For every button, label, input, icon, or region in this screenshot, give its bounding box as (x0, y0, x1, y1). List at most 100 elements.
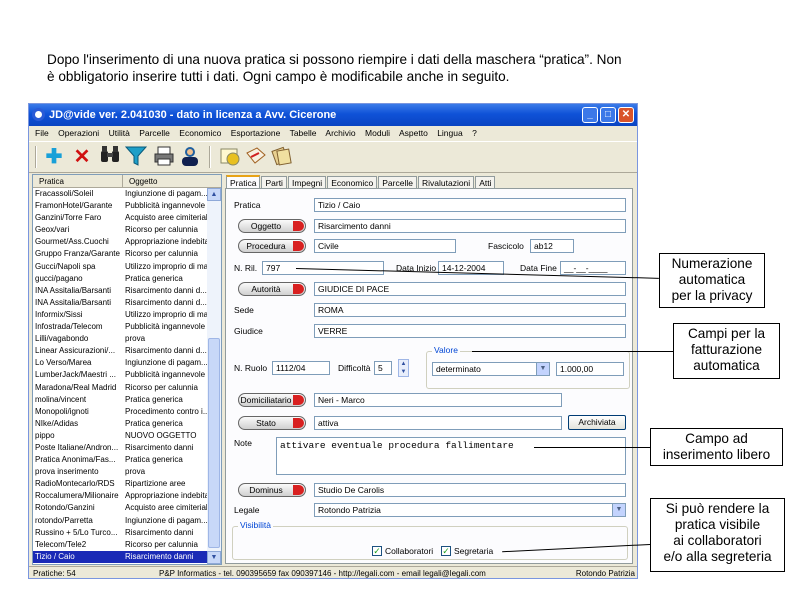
segretaria-checkbox[interactable]: ✓ (441, 546, 451, 556)
delete-icon[interactable]: ✕ (71, 145, 93, 169)
documents-icon[interactable] (245, 145, 267, 169)
oggetto-field[interactable]: Risarcimento danni (314, 219, 626, 233)
list-item[interactable]: gucci/pagano Pratica generica (33, 273, 221, 285)
menu-utilita[interactable]: Utilità (109, 128, 130, 138)
oggetto-button[interactable]: Oggetto (238, 219, 306, 233)
valore-importo-field[interactable]: 1.000,00 (556, 362, 624, 376)
list-item-oggetto: Pratica generica (125, 455, 183, 465)
list-item-oggetto: prova (125, 334, 146, 344)
nruolo-field[interactable]: 1112/04 (272, 361, 330, 375)
list-item[interactable]: rotondo/Parretta Ingiunzione di pagam... (33, 515, 221, 527)
list-item[interactable]: Ganzini/Torre Faro Acquisto aree cimiteri… (33, 212, 221, 224)
dominus-button[interactable]: Dominus (238, 483, 306, 497)
list-item[interactable]: NIke/Adidas Pratica generica (33, 418, 221, 430)
tab-pratica[interactable]: Pratica (226, 175, 261, 189)
list-item[interactable]: Russino + 5/Lo Turco... Risarcimento dann… (33, 527, 221, 539)
calendar-icon[interactable] (219, 145, 241, 169)
list-item[interactable]: Poste Italiane/Andron... Risarcimento dan… (33, 442, 221, 454)
list-item[interactable]: Maradona/Real Madrid Ricorso per calunnia (33, 382, 221, 394)
list-item[interactable]: INA Assitalia/Barsanti Risarcimento danni… (33, 285, 221, 297)
list-item[interactable]: pippo NUOVO OGGETTO (33, 430, 221, 442)
domiciliatario-field[interactable]: Neri - Marco (314, 393, 562, 407)
collaboratori-checkbox[interactable]: ✓ (372, 546, 382, 556)
list-item[interactable]: LumberJack/Maestri ... Pubblicità inganne… (33, 369, 221, 381)
list-item[interactable]: Pratica Anonima/Fas... Pratica generica (33, 454, 221, 466)
list-scrollbar[interactable]: ▲ ▼ (207, 188, 221, 564)
menu-economico[interactable]: Economico (179, 128, 221, 138)
minimize-icon[interactable]: _ (582, 107, 598, 123)
procedura-field[interactable]: Civile (314, 239, 456, 253)
data-fine-field[interactable]: __-__-____ (560, 261, 626, 275)
menu-help[interactable]: ? (472, 128, 477, 138)
list-item[interactable]: prova inserimento prova (33, 466, 221, 478)
list-item[interactable]: Geox/vari Ricorso per calunnia (33, 224, 221, 236)
procedura-button[interactable]: Procedura (238, 239, 306, 253)
chevron-down-icon[interactable]: ▼ (536, 363, 549, 375)
list-item[interactable]: Lo Verso/Marea Ingiunzione di pagam... (33, 357, 221, 369)
list-item[interactable]: Linear Assicurazioni/... Risarcimento dan… (33, 345, 221, 357)
menu-file[interactable]: File (35, 128, 49, 138)
maximize-icon[interactable]: □ (600, 107, 616, 123)
column-header-pratica[interactable]: Pratica (33, 175, 123, 187)
list-item[interactable]: Monopoli/ignoti Procedimento contro i... (33, 406, 221, 418)
valore-tipo-select[interactable]: determinato ▼ (432, 362, 550, 376)
column-header-oggetto[interactable]: Oggetto (123, 175, 208, 187)
list-item[interactable]: Gourmet/Ass.Cuochi Appropriazione indebit… (33, 236, 221, 248)
filter-icon[interactable] (124, 145, 148, 169)
tab-strip: Pratica Parti Impegni Economico Parcelle… (226, 175, 496, 189)
add-icon[interactable]: ✚ (43, 145, 65, 169)
list-item[interactable]: Rotondo/Ganzini Acquisto aree cimiteriali (33, 502, 221, 514)
list-item[interactable]: Lilli/vagabondo prova (33, 333, 221, 345)
user-icon[interactable] (179, 145, 201, 169)
list-item[interactable]: molina/vincent Pratica generica (33, 394, 221, 406)
scroll-thumb[interactable] (208, 338, 220, 548)
menu-parcelle[interactable]: Parcelle (139, 128, 170, 138)
pratica-form: Pratica Tizio / Caio Oggetto Risarciment… (225, 188, 633, 564)
difficolta-field[interactable]: 5 (374, 361, 392, 375)
autorita-button[interactable]: Autorità (238, 282, 306, 296)
print-icon[interactable] (153, 145, 175, 169)
domiciliatario-button[interactable]: Domiciliatario (238, 393, 306, 407)
fascicolo-field[interactable]: ab12 (530, 239, 574, 253)
note-textarea[interactable]: attivare eventuale procedura fallimentar… (276, 437, 626, 475)
dominus-field[interactable]: Studio De Carolis (314, 483, 626, 497)
menu-archivio[interactable]: Archivio (325, 128, 355, 138)
callout-2-line-3: automatica (693, 358, 760, 373)
legale-select[interactable]: Rotondo Patrizia ▼ (314, 503, 626, 517)
menu-operazioni[interactable]: Operazioni (58, 128, 99, 138)
menu-lingua[interactable]: Lingua (437, 128, 463, 138)
chevron-down-icon[interactable]: ▼ (612, 504, 625, 516)
close-icon[interactable]: ✕ (618, 107, 634, 123)
binoculars-icon[interactable] (99, 145, 121, 169)
pratica-field[interactable]: Tizio / Caio (314, 198, 626, 212)
menu-moduli[interactable]: Moduli (365, 128, 390, 138)
menu-aspetto[interactable]: Aspetto (399, 128, 428, 138)
menu-esportazione[interactable]: Esportazione (231, 128, 281, 138)
list-item-oggetto: Ricorso per calunnia (125, 539, 198, 549)
notes-icon[interactable] (271, 145, 293, 169)
list-item-pratica: Telecom/Tele2 (35, 539, 87, 549)
list-item[interactable]: Gucci/Napoli spa Utilizzo improprio di ma… (33, 261, 221, 273)
scroll-up-icon[interactable]: ▲ (207, 188, 221, 201)
scroll-down-icon[interactable]: ▼ (207, 551, 221, 564)
list-item[interactable]: Infostrada/Telecom Pubblicità ingannevole (33, 321, 221, 333)
menu-tabelle[interactable]: Tabelle (290, 128, 317, 138)
stato-field[interactable]: attiva (314, 416, 562, 430)
menu-bar: File Operazioni Utilità Parcelle Economi… (29, 126, 637, 141)
giudice-field[interactable]: VERRE (314, 324, 626, 338)
difficolta-spinner-icon[interactable]: ▲ ▼ (398, 359, 409, 377)
list-item[interactable]: RadioMontecarlo/RDS Ripartizione aree (33, 478, 221, 490)
list-item[interactable]: Telecom/Tele2 Ricorso per calunnia (33, 539, 221, 551)
list-item[interactable]: Roccalumera/Milionaire Appropriazione ind… (33, 490, 221, 502)
list-item[interactable]: Informix/Sissi Utilizzo improprio di mar.… (33, 309, 221, 321)
autorita-field[interactable]: GIUDICE DI PACE (314, 282, 626, 296)
list-item[interactable]: Gruppo Franza/Garante Ricorso per calunni… (33, 248, 221, 260)
list-item[interactable]: INA Assitalia/Barsanti Risarcimento danni… (33, 297, 221, 309)
archiviata-button[interactable]: Archiviata (568, 415, 626, 430)
list-item[interactable]: Tizio / Caio Risarcimento danni (33, 550, 221, 563)
stato-button[interactable]: Stato (238, 416, 306, 430)
list-item[interactable]: Fracassoli/Soleil Ingiunzione di pagam... (33, 188, 221, 200)
list-item[interactable]: FramonHotel/Garante Pubblicità ingannevol… (33, 200, 221, 212)
list-item-pratica: Lo Verso/Marea (35, 358, 92, 368)
sede-field[interactable]: ROMA (314, 303, 626, 317)
